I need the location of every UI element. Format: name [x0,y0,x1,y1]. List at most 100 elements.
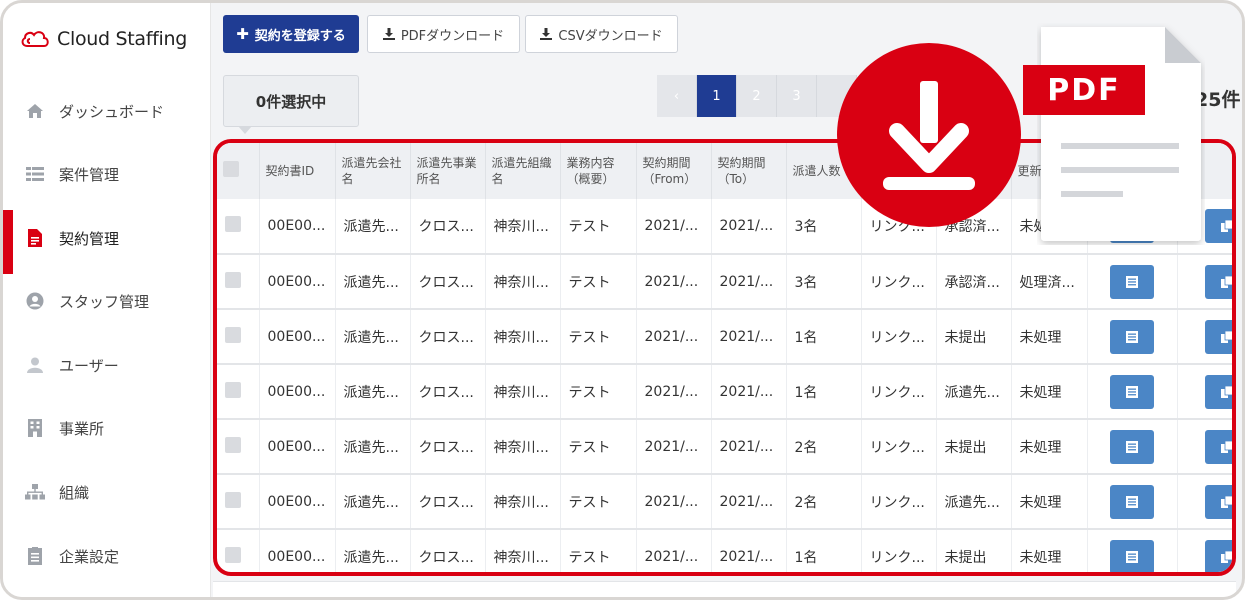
download-arrow-icon [837,43,1021,227]
pagination: ‹ 1 2 3 [657,75,857,117]
row-checkbox[interactable] [225,381,241,398]
header-work-summary[interactable]: 業務内容（概要） [560,143,637,199]
copy-document-button[interactable] [1205,539,1232,572]
csv-download-button[interactable]: CSVダウンロード [525,15,678,53]
table-cell: 2021/... [711,419,787,474]
table-cell: テスト [560,419,637,474]
table-cell: 3名 [786,254,862,309]
page-prev-button[interactable]: ‹ [657,75,697,117]
table-cell: 00E00... [259,309,336,364]
download-icon [540,28,553,40]
sidebar-item-offices[interactable]: 事業所 [3,400,211,456]
table-cell: 1名 [786,309,862,364]
table-cell: 2名 [786,419,862,474]
sidebar-item-company-settings[interactable]: 企業設定 [3,528,211,584]
sidebar-item-dashboard[interactable]: ダッシュボード [3,83,211,139]
row-checkbox[interactable] [225,216,241,232]
select-all-checkbox[interactable] [223,161,239,177]
table-cell: クロス... [410,309,486,364]
settings-doc-icon [25,546,45,566]
row-checkbox[interactable] [225,436,241,453]
page-button-2[interactable]: 2 [737,75,777,117]
view-document-button[interactable] [1110,429,1154,464]
copy-action-cell [1177,364,1232,419]
logo[interactable]: Cloud Staffing [19,25,187,53]
copy-document-button[interactable] [1205,429,1232,464]
table-cell: 2021/... [636,199,712,254]
copy-icon [1221,220,1232,232]
table-row[interactable]: 00E00... 派遣先... クロス... 神奈川... テスト 2021/... 202… [217,419,1232,474]
table-row[interactable]: 00E00... 派遣先... クロス... 神奈川... テスト 2021/... 202… [217,474,1232,529]
copy-icon [1221,550,1232,563]
copy-icon [1221,495,1232,508]
table-cell: リンク... [861,254,937,309]
table-cell: 未処理 [1011,529,1088,572]
logo-text: Cloud Staffing [57,28,188,50]
copy-document-button[interactable] [1205,209,1232,243]
row-checkbox-cell [217,254,260,309]
table-cell: リンク... [861,474,937,529]
header-client-company[interactable]: 派遣先会社名 [335,143,411,199]
pdf-badge: PDF [1023,65,1145,115]
sidebar-item-label: ユーザー [59,356,119,375]
sidebar-item-projects[interactable]: 案件管理 [3,146,211,202]
page-button-1[interactable]: 1 [697,75,737,117]
view-document-button[interactable] [1110,539,1154,572]
table-row[interactable]: 00E00... 派遣先... クロス... 神奈川... テスト 2021/... 202… [217,309,1232,364]
sidebar-item-label: 契約管理 [59,229,120,248]
table-cell: クロス... [410,254,486,309]
header-client-organization[interactable]: 派遣先組織名 [485,143,561,199]
row-checkbox[interactable] [225,271,241,288]
table-cell: テスト [560,529,637,572]
plus-icon: ✚ [236,25,249,43]
copy-action-cell [1177,254,1232,309]
table-row-partial [213,581,1236,597]
table-cell: 2021/... [636,364,712,419]
sidebar-item-contracts[interactable]: 契約管理 [3,210,211,274]
copy-document-button[interactable] [1205,319,1232,354]
header-contract-id[interactable]: 契約書ID [259,143,336,199]
table-cell: 神奈川... [485,254,561,309]
table-row[interactable]: 00E00... 派遣先... クロス... 神奈川... テスト 2021/... 202… [217,529,1232,572]
pdf-download-button[interactable]: PDFダウンロード [367,15,520,53]
view-document-button[interactable] [1110,374,1154,409]
sidebar-item-users[interactable]: ユーザー [3,337,211,393]
table-cell: 派遣先... [936,474,1012,529]
table-cell: 2021/... [636,474,712,529]
list-icon [25,164,45,184]
table-cell: 2021/... [711,364,787,419]
table-row[interactable]: 00E00... 派遣先... クロス... 神奈川... テスト 2021/... 202… [217,364,1232,419]
header-period-to[interactable]: 契約期間（To） [711,143,787,199]
view-document-button[interactable] [1110,484,1154,519]
copy-icon [1221,385,1232,398]
page-button-3[interactable]: 3 [777,75,817,117]
copy-document-button[interactable] [1205,374,1232,409]
row-checkbox[interactable] [225,491,241,508]
table-cell: 1名 [786,529,862,572]
table-cell: 00E00... [259,474,336,529]
copy-document-button[interactable] [1205,484,1232,519]
table-cell: 00E00... [259,364,336,419]
copy-icon [1221,330,1232,343]
copy-document-button[interactable] [1205,264,1232,299]
header-period-from[interactable]: 契約期間（From） [636,143,712,199]
table-cell: テスト [560,364,637,419]
sidebar-item-label: ダッシュボード [59,102,165,121]
table-cell: テスト [560,474,637,529]
row-checkbox[interactable] [225,326,241,343]
table-cell: 神奈川... [485,529,561,572]
table-cell: 2021/... [711,309,787,364]
view-document-button[interactable] [1110,319,1154,354]
table-cell: クロス... [410,529,486,572]
header-client-office[interactable]: 派遣先事業所名 [410,143,486,199]
sidebar-item-organization[interactable]: 組織 [3,464,211,520]
copy-icon [1221,275,1232,288]
sidebar-item-staff[interactable]: スタッフ管理 [3,273,211,329]
table-row[interactable]: 00E00... 派遣先... クロス... 神奈川... テスト 2021/... 202… [217,254,1232,309]
register-contract-button[interactable]: ✚ 契約を登録する [223,15,359,53]
table-cell: 派遣先... [335,474,411,529]
view-document-button[interactable] [1110,264,1154,299]
table-cell: リンク... [861,419,937,474]
list-doc-icon [1126,495,1138,508]
row-checkbox[interactable] [225,546,241,563]
